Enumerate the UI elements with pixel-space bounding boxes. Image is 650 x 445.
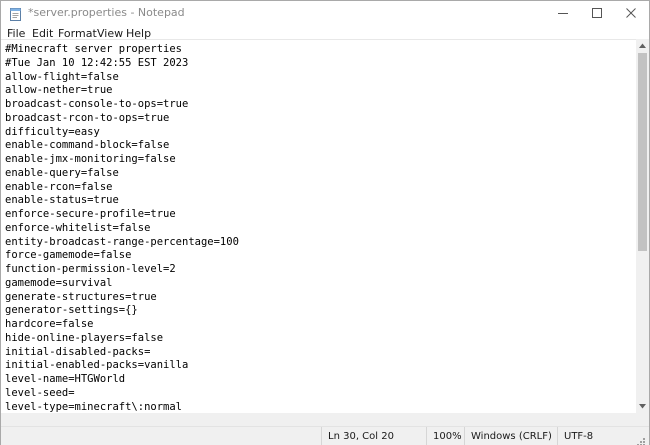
- text-line: hide-online-players=false: [5, 331, 164, 344]
- scroll-thumb[interactable]: [638, 53, 647, 251]
- resize-grip-icon[interactable]: [635, 432, 646, 445]
- text-line: initial-enabled-packs=vanilla: [5, 359, 189, 372]
- text-line: hardcore=false: [5, 318, 94, 330]
- status-divider: [557, 427, 558, 445]
- text-line: broadcast-console-to-ops=true: [5, 98, 189, 110]
- window-title: *server.properties - Notepad: [28, 6, 185, 19]
- status-divider: [464, 427, 465, 445]
- status-divider: [321, 427, 322, 445]
- text-line: allow-flight=false: [5, 70, 119, 83]
- zoom-level: 100%: [433, 431, 462, 442]
- notepad-icon[interactable]: [9, 6, 22, 21]
- scroll-down-button[interactable]: [636, 400, 649, 413]
- editor-lines: #Minecraft server properties #Tue Jan 10…: [5, 43, 239, 413]
- text-line: broadcast-rcon-to-ops=true: [5, 111, 170, 124]
- text-line: enforce-whitelist=false: [5, 221, 151, 234]
- text-line: #Minecraft server properties: [5, 43, 183, 55]
- chevron-up-icon: [639, 43, 646, 48]
- text-line: generate-structures=true: [5, 290, 157, 303]
- text-line: #Tue Jan 10 12:42:55 EST 2023: [5, 56, 189, 69]
- status-bar: Ln 30, Col 20 100% Windows (CRLF) UTF-8: [1, 426, 649, 445]
- text-line: enforce-secure-profile=true: [5, 208, 176, 220]
- text-line: allow-nether=true: [5, 84, 113, 97]
- text-line: enable-status=true: [5, 194, 119, 207]
- text-line: initial-disabled-packs=: [5, 345, 151, 358]
- notepad-window: *server.properties - Notepad File Edit F…: [0, 0, 650, 445]
- text-line: level-seed=: [5, 386, 75, 399]
- text-line: enable-rcon=false: [5, 180, 113, 193]
- encoding: UTF-8: [564, 431, 594, 442]
- close-button[interactable]: [615, 1, 647, 25]
- text-line: gamemode=survival: [5, 276, 113, 289]
- text-editor[interactable]: #Minecraft server properties #Tue Jan 10…: [1, 39, 636, 413]
- text-line: generator-settings={}: [5, 304, 138, 317]
- vertical-scrollbar[interactable]: [636, 39, 649, 413]
- title-bar[interactable]: *server.properties - Notepad: [1, 1, 649, 25]
- minimize-button[interactable]: [547, 1, 579, 25]
- text-line: entity-broadcast-range-percentage=100: [5, 235, 239, 248]
- text-line: function-permission-level=2: [5, 263, 176, 275]
- text-line: enable-command-block=false: [5, 139, 170, 152]
- line-ending: Windows (CRLF): [471, 431, 552, 442]
- maximize-button[interactable]: [581, 1, 613, 25]
- minimize-icon: [558, 13, 568, 14]
- status-divider: [426, 427, 427, 445]
- maximize-icon: [592, 8, 602, 18]
- scroll-up-button[interactable]: [636, 39, 649, 52]
- cursor-position: Ln 30, Col 20: [328, 431, 394, 442]
- text-line: level-type=minecraft\:normal: [5, 400, 183, 413]
- close-icon: [626, 8, 636, 18]
- text-line: force-gamemode=false: [5, 249, 132, 262]
- text-line: difficulty=easy: [5, 125, 100, 138]
- horizontal-scroll-area: [1, 413, 649, 426]
- chevron-down-icon: [639, 404, 646, 409]
- text-line: enable-query=false: [5, 166, 119, 179]
- text-line: level-name=HTGWorld: [5, 373, 126, 385]
- text-line: enable-jmx-monitoring=false: [5, 153, 176, 165]
